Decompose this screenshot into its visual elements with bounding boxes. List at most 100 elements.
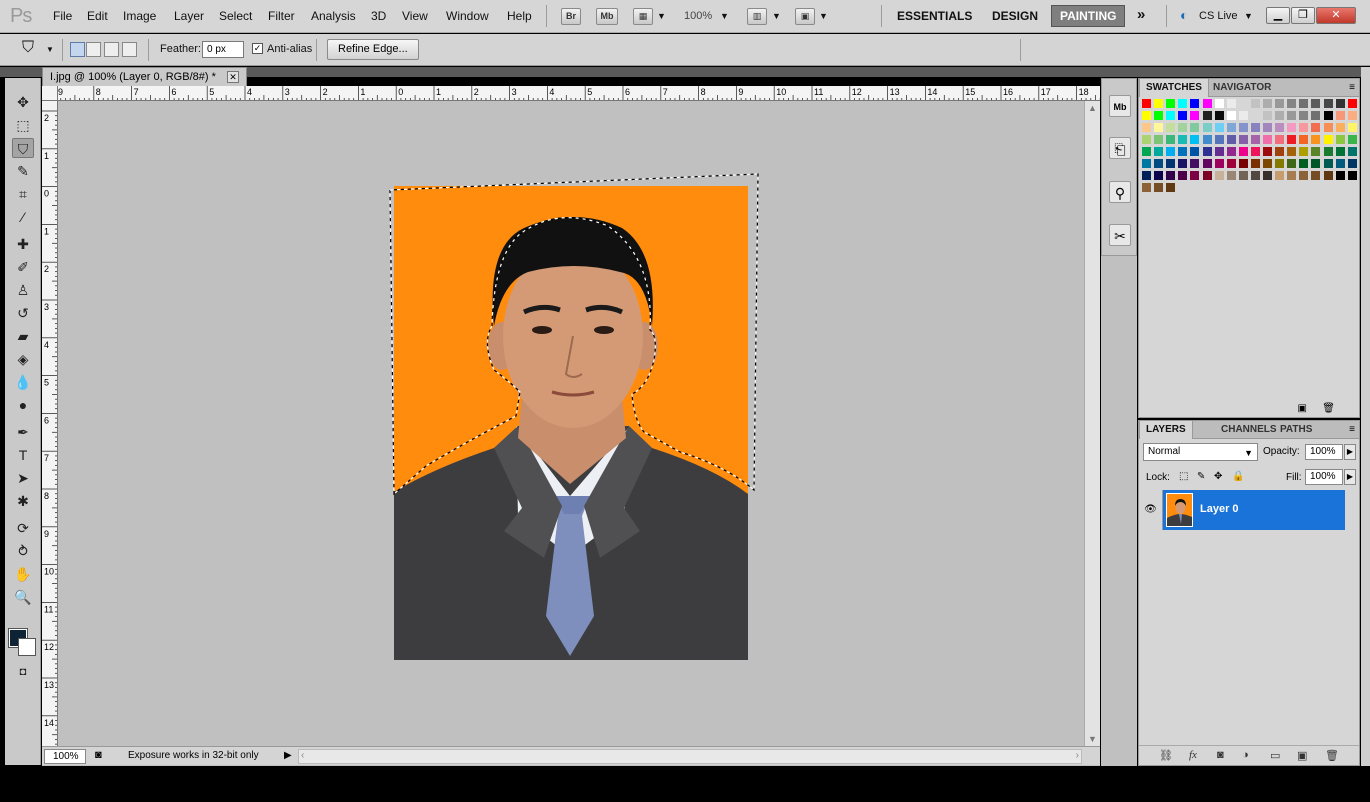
color-swatch[interactable] [1334, 110, 1346, 121]
color-swatch[interactable] [1213, 170, 1225, 181]
intersect-selection-button[interactable] [122, 42, 137, 57]
status-menu-arrow-icon[interactable]: ▶ [284, 750, 292, 761]
bridge-button[interactable]: Br [561, 8, 581, 25]
color-swatch[interactable] [1262, 110, 1273, 121]
horizontal-scrollbar[interactable]: ‹ › [298, 749, 1082, 764]
chevron-down-icon[interactable]: ▼ [772, 11, 781, 21]
tab-swatches[interactable]: SWATCHES [1139, 79, 1209, 97]
color-swatch[interactable] [1153, 134, 1165, 145]
color-swatch[interactable] [1165, 170, 1177, 181]
pen-tool-icon[interactable]: ✒ [12, 422, 34, 442]
lock-position-icon[interactable]: ✥ [1214, 471, 1222, 482]
color-swatch[interactable] [1225, 98, 1237, 109]
scroll-left-icon[interactable]: ‹ [301, 750, 304, 761]
color-swatch[interactable] [1322, 110, 1334, 121]
cs-live-button[interactable]: CS Live [1199, 10, 1238, 22]
color-swatch[interactable] [1141, 110, 1152, 121]
quick-selection-tool-icon[interactable]: ✎ [12, 161, 34, 181]
zoom-tool-icon[interactable]: 🔍 [12, 587, 34, 607]
color-swatch[interactable] [1286, 158, 1298, 169]
new-group-icon[interactable]: ▭ [1270, 749, 1280, 762]
color-swatch[interactable] [1177, 98, 1189, 109]
more-workspaces-button[interactable]: » [1137, 6, 1145, 23]
color-swatch[interactable] [1141, 134, 1152, 145]
chevron-down-icon[interactable]: ▼ [819, 11, 828, 21]
new-swatch-icon[interactable]: ▣ [1298, 403, 1307, 414]
color-swatch[interactable] [1225, 158, 1237, 169]
anti-alias-checkbox[interactable]: ✓ [252, 43, 263, 54]
color-swatch[interactable] [1189, 98, 1201, 109]
color-swatch[interactable] [1201, 110, 1213, 121]
3d-orbit-tool-icon[interactable]: ⥁ [12, 541, 34, 561]
color-swatch[interactable] [1274, 158, 1286, 169]
close-icon[interactable]: ✕ [227, 71, 239, 83]
color-swatch[interactable] [1201, 98, 1213, 109]
status-info-icon[interactable]: ◙ [95, 749, 102, 761]
color-swatch[interactable] [1237, 170, 1249, 181]
vertical-scrollbar[interactable]: ▲ ▼ [1084, 101, 1100, 746]
type-tool-icon[interactable]: T [12, 445, 34, 465]
color-swatch[interactable] [1141, 122, 1152, 133]
color-swatch[interactable] [1298, 122, 1310, 133]
color-swatch[interactable] [1225, 122, 1237, 133]
refine-edge-button[interactable]: Refine Edge... [327, 39, 419, 60]
color-swatch[interactable] [1213, 158, 1225, 169]
paint-bucket-tool-icon[interactable]: ◈ [12, 349, 34, 369]
color-swatch[interactable] [1165, 134, 1177, 145]
color-swatch[interactable] [1201, 170, 1213, 181]
color-swatch[interactable] [1274, 98, 1286, 109]
trash-icon[interactable]: 🗑 [1322, 403, 1335, 414]
arrange-documents-button[interactable]: ▥ [747, 8, 767, 25]
color-swatch[interactable] [1177, 146, 1189, 157]
mini-bridge-icon[interactable]: Mb [1109, 95, 1131, 117]
color-swatch[interactable] [1153, 146, 1165, 157]
color-swatch[interactable] [1346, 158, 1358, 169]
color-swatch[interactable] [1225, 110, 1237, 121]
color-swatch[interactable] [1262, 158, 1273, 169]
color-swatch[interactable] [1177, 122, 1189, 133]
chevron-down-icon[interactable]: ▼ [1244, 11, 1253, 21]
eye-icon[interactable]: 👁 [1139, 490, 1163, 530]
history-icon[interactable]: ⎗ [1109, 137, 1131, 159]
color-swatch[interactable] [1286, 122, 1298, 133]
menu-file[interactable]: File [53, 9, 72, 23]
color-swatch[interactable] [1322, 122, 1334, 133]
color-swatch[interactable] [1322, 146, 1334, 157]
ruler-origin[interactable] [42, 86, 58, 101]
tab-layers[interactable]: LAYERS [1139, 421, 1193, 439]
chevron-down-icon[interactable]: ▼ [657, 11, 666, 21]
color-swatch[interactable] [1189, 158, 1201, 169]
tool-presets-icon[interactable]: ✂ [1109, 224, 1131, 246]
panel-menu-icon[interactable]: ≡ [1349, 82, 1355, 93]
color-swatch[interactable] [1310, 170, 1322, 181]
fill-slider-toggle[interactable]: ▶ [1344, 469, 1356, 485]
color-swatch[interactable] [1225, 170, 1237, 181]
color-swatch[interactable] [1322, 98, 1334, 109]
vertical-ruler[interactable]: 2 1 0 1 2 3 4 5 6 7 8 9 10 11 12 13 14 [42, 101, 58, 746]
chevron-down-icon[interactable]: ▼ [720, 11, 729, 21]
color-swatch[interactable] [1274, 170, 1286, 181]
color-swatch[interactable] [1153, 122, 1165, 133]
lock-pixels-icon[interactable]: ✎ [1197, 471, 1205, 482]
menu-3d[interactable]: 3D [371, 9, 386, 23]
color-swatch[interactable] [1346, 134, 1358, 145]
color-swatch[interactable] [1237, 146, 1249, 157]
color-swatch[interactable] [1165, 182, 1177, 193]
lock-all-icon[interactable]: 🔒 [1232, 471, 1244, 482]
color-swatch[interactable] [1177, 158, 1189, 169]
color-swatch[interactable] [1310, 98, 1322, 109]
color-swatch[interactable] [1177, 134, 1189, 145]
trash-icon[interactable]: 🗑 [1325, 749, 1339, 762]
menu-filter[interactable]: Filter [268, 9, 295, 23]
color-swatch[interactable] [1237, 134, 1249, 145]
color-swatch[interactable] [1262, 122, 1273, 133]
close-button[interactable]: ✕ [1316, 7, 1356, 24]
workspace-painting[interactable]: PAINTING [1051, 5, 1126, 27]
menu-view[interactable]: View [402, 9, 428, 23]
color-swatch[interactable] [1298, 110, 1310, 121]
tab-paths[interactable]: PATHS [1274, 421, 1318, 439]
color-swatch[interactable] [1201, 122, 1213, 133]
color-swatch[interactable] [1165, 158, 1177, 169]
zoom-field[interactable]: 100% [44, 749, 86, 764]
layer-row[interactable]: 👁 Layer 0 [1139, 490, 1345, 530]
